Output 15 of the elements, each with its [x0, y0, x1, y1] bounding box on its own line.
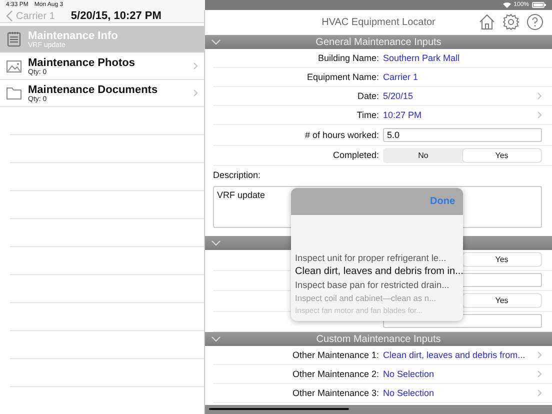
item-title: Maintenance Documents: [28, 84, 159, 96]
field-label: Equipment Name:: [306, 72, 380, 82]
field-label: Date:: [356, 91, 380, 101]
app-title: HVAC Equipment Locator: [322, 17, 436, 28]
nav-title: 5/20/15, 10:27 PM: [70, 10, 162, 22]
field-label: Other Maintenance 1:: [291, 350, 380, 360]
field-label: Completed:: [332, 150, 380, 160]
item-title: Maintenance Photos: [28, 56, 136, 68]
field-label: # of hours worked:: [304, 130, 380, 140]
field-label: Time:: [356, 110, 380, 120]
item-title: Maintenance Info: [28, 30, 119, 42]
field-label: Description:: [213, 170, 261, 180]
field-label: Building Name:: [316, 53, 380, 63]
field-label: Other Maintenance 2:: [291, 369, 380, 379]
field-label: Other Maintenance 3:: [291, 388, 380, 398]
